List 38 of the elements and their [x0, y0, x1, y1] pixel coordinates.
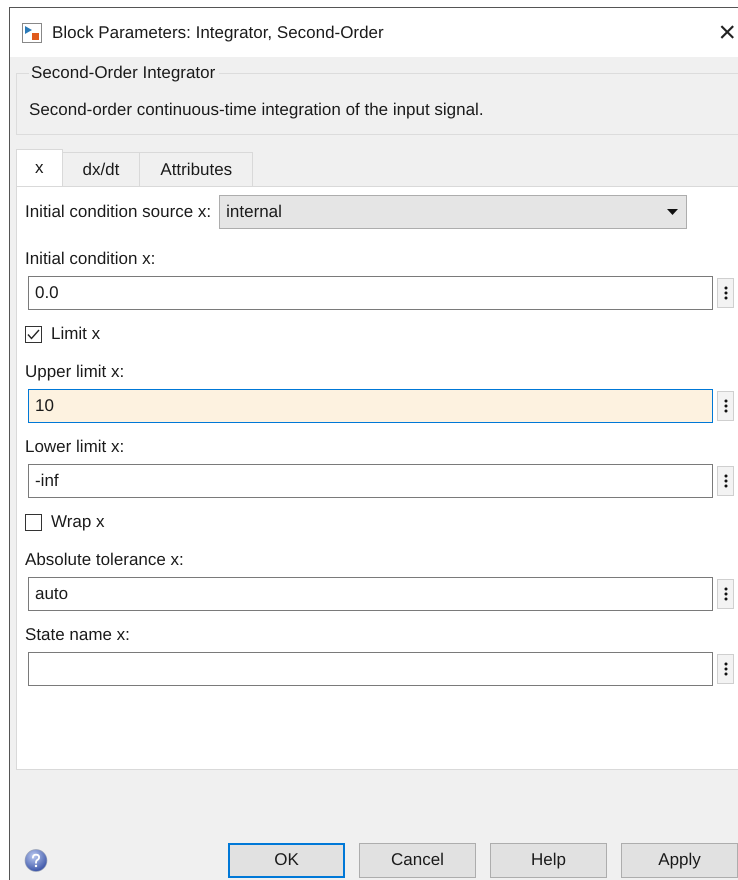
checkbox[interactable]: [25, 514, 42, 530]
more-options-icon: [724, 587, 728, 601]
input-field[interactable]: 0.0: [28, 276, 713, 310]
checkbox-label: Limit x: [51, 324, 100, 344]
field-label: Lower limit x:: [24, 437, 124, 457]
field-label: Initial condition source x:: [24, 202, 212, 222]
more-options-icon: [724, 662, 728, 676]
checkbox-label: Wrap x: [51, 512, 105, 532]
more-options-button[interactable]: [717, 579, 734, 609]
input-field[interactable]: auto: [28, 577, 713, 611]
caret-icon: [667, 209, 678, 215]
close-button[interactable]: ×: [718, 18, 736, 48]
tab[interactable]: Attributes: [139, 152, 254, 186]
dialog-button[interactable]: Help: [490, 842, 607, 878]
field-label: Upper limit x:: [24, 362, 124, 382]
input-field[interactable]: -inf: [28, 464, 713, 498]
more-options-button[interactable]: [717, 654, 734, 684]
more-options-button[interactable]: [717, 278, 734, 308]
field-label: Initial condition x:: [24, 249, 156, 269]
more-options-icon: [724, 286, 728, 300]
checkbox[interactable]: [25, 326, 42, 342]
input-field[interactable]: 10: [28, 389, 713, 423]
field-label: State name x:: [24, 625, 130, 645]
more-options-button[interactable]: [717, 391, 734, 421]
dialog-button[interactable]: Cancel: [359, 842, 476, 878]
group-title: Second-Order Integrator: [29, 63, 220, 83]
field-label: Absolute tolerance x:: [24, 550, 184, 570]
more-options-button[interactable]: [717, 466, 734, 496]
dialog-button[interactable]: Apply: [621, 842, 738, 878]
dialog-button[interactable]: OK: [228, 842, 345, 878]
window-title: Block Parameters: Integrator, Second-Order: [52, 22, 385, 42]
input-field[interactable]: [28, 652, 713, 686]
tab[interactable]: x: [16, 149, 62, 186]
source-dropdown[interactable]: internal: [219, 195, 688, 229]
more-options-icon: [724, 399, 728, 413]
description: Second-order continuous-time integration of the input signal.: [29, 100, 485, 120]
block-icon: [22, 22, 42, 42]
more-options-icon: [724, 474, 728, 488]
